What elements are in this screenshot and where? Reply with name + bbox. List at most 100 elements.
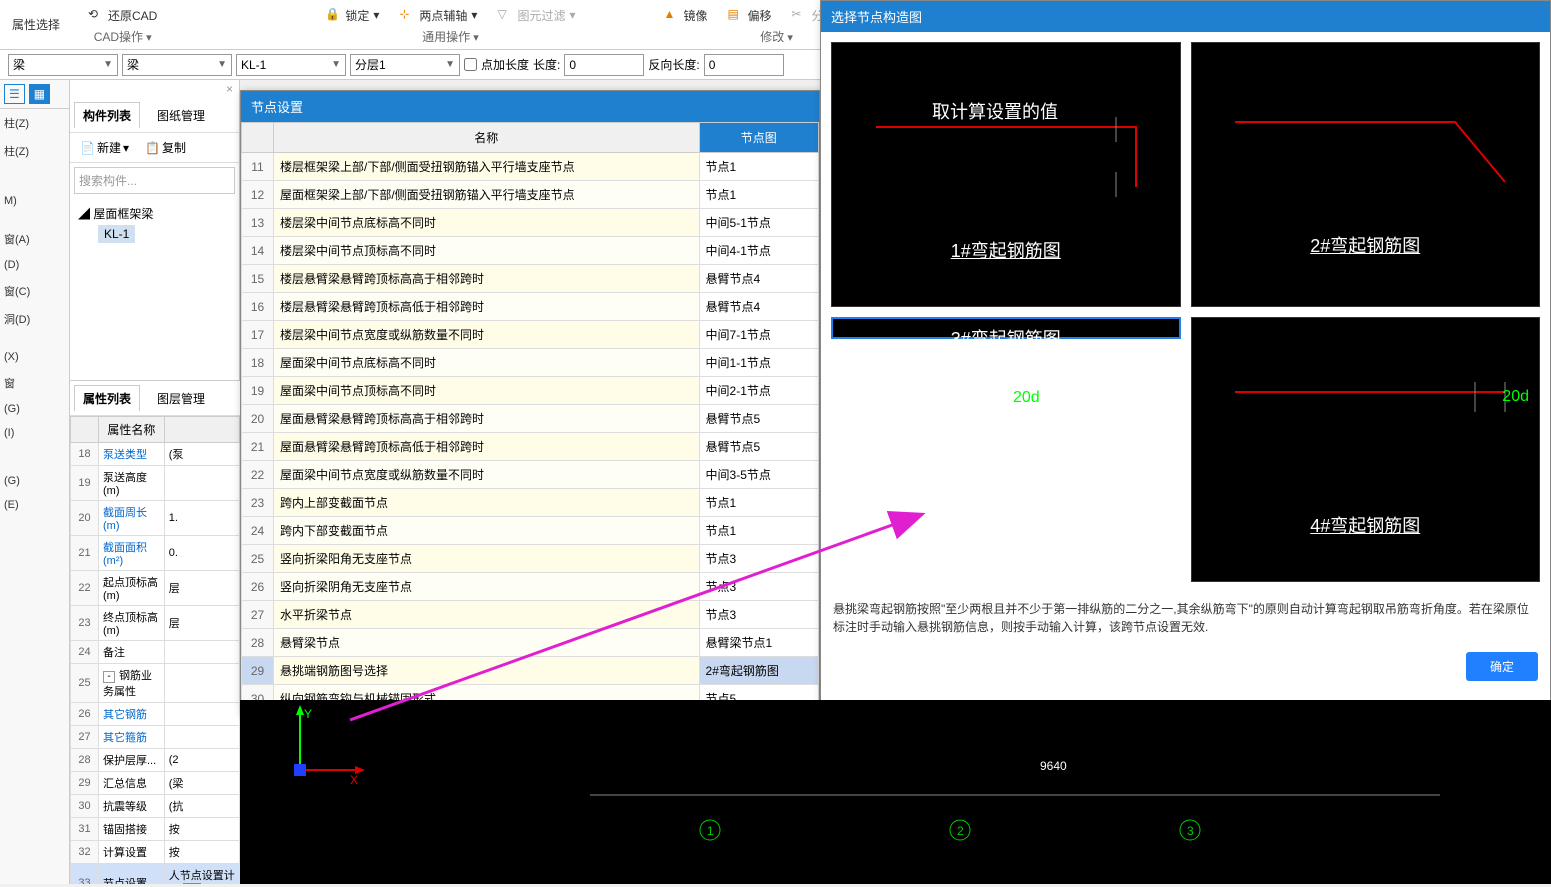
left-catalog-item[interactable]: (G) bbox=[0, 469, 69, 493]
new-icon: 📄 bbox=[80, 141, 95, 155]
left-catalog-item[interactable]: 窗 bbox=[0, 369, 69, 397]
property-row[interactable]: 27其它箍筋 bbox=[71, 726, 240, 749]
node-setting-row[interactable]: 25竖向折梁阳角无支座节点节点3 bbox=[242, 545, 819, 573]
restore-icon: ⟲ bbox=[88, 7, 104, 23]
cad-ops-label[interactable]: CAD操作 ▾ bbox=[94, 28, 152, 45]
diagram-3-text: 20d bbox=[1013, 389, 1040, 407]
drawing-canvas[interactable]: Y X 9640 1 2 3 bbox=[240, 700, 1551, 884]
property-row[interactable]: 30抗震等级(抗 bbox=[71, 795, 240, 818]
split-icon: ✂ bbox=[792, 7, 808, 23]
tab-drawing-mgmt[interactable]: 图纸管理 bbox=[148, 102, 214, 128]
left-catalog-item[interactable]: (D) bbox=[0, 253, 69, 277]
common-ops-label[interactable]: 通用操作 ▾ bbox=[422, 28, 479, 45]
node-setting-row[interactable]: 19屋面梁中间节点顶标高不同时中间2-1节点 bbox=[242, 377, 819, 405]
node-setting-row[interactable]: 13楼层梁中间节点底标高不同时中间5-1节点 bbox=[242, 209, 819, 237]
left-catalog-item[interactable]: 柱(Z) bbox=[0, 109, 69, 137]
mirror-icon: ▲ bbox=[664, 7, 680, 23]
left-catalog-item[interactable]: (E) bbox=[0, 493, 69, 517]
node-setting-row[interactable]: 27水平折梁节点节点3 bbox=[242, 601, 819, 629]
svg-text:3: 3 bbox=[1187, 824, 1194, 838]
left-catalog-item[interactable]: 窗(C) bbox=[0, 277, 69, 305]
left-catalog-item[interactable]: 窗(A) bbox=[0, 225, 69, 253]
node-setting-row[interactable]: 28悬臂梁节点悬臂梁节点1 bbox=[242, 629, 819, 657]
node-setting-row[interactable]: 12屋面框架梁上部/下部/侧面受扭钢筋锚入平行墙支座节点节点1 bbox=[242, 181, 819, 209]
left-catalog-item[interactable]: (X) bbox=[0, 345, 69, 369]
ok-button[interactable]: 确定 bbox=[1466, 652, 1538, 681]
property-row[interactable]: 20截面周长(m)1. bbox=[71, 501, 240, 536]
property-row[interactable]: 33节点设置人节点设置计算 ⋯ bbox=[71, 864, 240, 885]
left-catalog-item[interactable] bbox=[0, 213, 69, 225]
diagram-option-1[interactable]: 取计算设置的值 1#弯起钢筋图 bbox=[831, 42, 1181, 307]
diagram-2-label: 2#弯起钢筋图 bbox=[1310, 232, 1420, 258]
member-select[interactable]: KL-1▼ bbox=[236, 54, 346, 76]
tab-layer-mgmt[interactable]: 图层管理 bbox=[148, 385, 214, 411]
property-row[interactable]: 29汇总信息(梁 bbox=[71, 772, 240, 795]
property-row[interactable]: 24备注 bbox=[71, 641, 240, 664]
node-setting-row[interactable]: 23跨内上部变截面节点节点1 bbox=[242, 489, 819, 517]
add-length-checkbox[interactable] bbox=[464, 58, 477, 71]
diagram-option-4[interactable]: 20d 4#弯起钢筋图 bbox=[1191, 317, 1541, 582]
property-row[interactable]: 32计算设置按 bbox=[71, 841, 240, 864]
node-setting-row[interactable]: 26竖向折梁阴角无支座节点节点3 bbox=[242, 573, 819, 601]
node-setting-row[interactable]: 22屋面梁中间节点宽度或纵筋数量不同时中间3-5节点 bbox=[242, 461, 819, 489]
grid-view-icon[interactable]: ▦ bbox=[29, 84, 50, 104]
diagram-option-3[interactable]: 20d 3#弯起钢筋图 bbox=[831, 317, 1181, 339]
property-row[interactable]: 26其它钢筋 bbox=[71, 703, 240, 726]
left-catalog-item[interactable] bbox=[0, 445, 69, 457]
node-setting-row[interactable]: 18屋面梁中间节点底标高不同时中间1-1节点 bbox=[242, 349, 819, 377]
left-catalog-item[interactable] bbox=[0, 457, 69, 469]
node-setting-row[interactable]: 20屋面悬臂梁悬臂跨顶标高高于相邻跨时悬臂节点5 bbox=[242, 405, 819, 433]
left-catalog: ☰ ▦ 柱(Z)柱(Z)M)窗(A)(D)窗(C)洞(D)(X)窗(G)(I)(… bbox=[0, 80, 70, 884]
property-row[interactable]: 23终点顶标高(m)层 bbox=[71, 606, 240, 641]
node-setting-row[interactable]: 29悬挑端钢筋图号选择2#弯起钢筋图 bbox=[242, 657, 819, 685]
length-input[interactable] bbox=[564, 54, 644, 76]
tab-property-list[interactable]: 属性列表 bbox=[74, 385, 140, 411]
left-catalog-item[interactable] bbox=[0, 333, 69, 345]
diagram-option-2[interactable]: 2#弯起钢筋图 bbox=[1191, 42, 1541, 307]
category-select-1[interactable]: 梁▼ bbox=[8, 54, 118, 76]
node-setting-row[interactable]: 15楼层悬臂梁悬臂跨顶标高高于相邻跨时悬臂节点4 bbox=[242, 265, 819, 293]
category-select-2[interactable]: 梁▼ bbox=[122, 54, 232, 76]
left-catalog-item[interactable]: (G) bbox=[0, 397, 69, 421]
property-row[interactable]: 22起点顶标高(m)层 bbox=[71, 571, 240, 606]
list-view-icon[interactable]: ☰ bbox=[4, 84, 25, 104]
mirror-button[interactable]: ▲镜像 bbox=[660, 5, 712, 26]
left-catalog-item[interactable] bbox=[0, 177, 69, 189]
offset-button[interactable]: ▤偏移 bbox=[724, 5, 776, 26]
prop-select-button[interactable]: 属性选择 bbox=[8, 14, 64, 35]
node-setting-row[interactable]: 24跨内下部变截面节点节点1 bbox=[242, 517, 819, 545]
left-catalog-item[interactable]: M) bbox=[0, 189, 69, 213]
property-row[interactable]: 28保护层厚...(2 bbox=[71, 749, 240, 772]
node-setting-row[interactable]: 14楼层梁中间节点顶标高不同时中间4-1节点 bbox=[242, 237, 819, 265]
copy-button[interactable]: 📋复制 bbox=[139, 137, 192, 158]
chevron-down-icon: ▼ bbox=[103, 59, 113, 70]
tree-root[interactable]: ◢ 屋面框架梁 bbox=[78, 202, 231, 225]
node-setting-row[interactable]: 16楼层悬臂梁悬臂跨顶标高低于相邻跨时悬臂节点4 bbox=[242, 293, 819, 321]
offset-icon: ▤ bbox=[728, 7, 744, 23]
layer-select[interactable]: 分层1▼ bbox=[350, 54, 460, 76]
two-point-button[interactable]: ⊹两点辅轴 ▾ bbox=[395, 5, 481, 26]
property-row[interactable]: 21截面面积(m²)0. bbox=[71, 536, 240, 571]
property-row[interactable]: 18泵送类型(泵 bbox=[71, 443, 240, 466]
restore-cad-button[interactable]: ⟲还原CAD bbox=[84, 5, 161, 26]
property-row[interactable]: 25-钢筋业务属性 bbox=[71, 664, 240, 703]
filter-button[interactable]: ▽图元过滤 ▾ bbox=[493, 5, 579, 26]
node-setting-row[interactable]: 17楼层梁中间节点宽度或纵筋数量不同时中间7-1节点 bbox=[242, 321, 819, 349]
lock-button[interactable]: 🔒锁定 ▾ bbox=[321, 5, 383, 26]
new-button[interactable]: 📄新建 ▾ bbox=[74, 137, 135, 158]
reverse-length-input[interactable] bbox=[704, 54, 784, 76]
left-catalog-item[interactable]: 洞(D) bbox=[0, 305, 69, 333]
left-catalog-item[interactable]: 柱(Z) bbox=[0, 137, 69, 165]
left-catalog-item[interactable] bbox=[0, 165, 69, 177]
close-icon[interactable]: × bbox=[226, 82, 233, 96]
filter-icon: ▽ bbox=[497, 7, 513, 23]
node-setting-row[interactable]: 11楼层框架梁上部/下部/侧面受扭钢筋锚入平行墙支座节点节点1 bbox=[242, 153, 819, 181]
modify-label[interactable]: 修改 ▾ bbox=[760, 28, 793, 45]
property-row[interactable]: 31锚固搭接按 bbox=[71, 818, 240, 841]
tree-item-kl1[interactable]: KL-1 bbox=[98, 225, 135, 243]
tab-component-list[interactable]: 构件列表 bbox=[74, 102, 140, 128]
property-row[interactable]: 19泵送高度(m) bbox=[71, 466, 240, 501]
left-catalog-item[interactable]: (I) bbox=[0, 421, 69, 445]
node-setting-row[interactable]: 21屋面悬臂梁悬臂跨顶标高低于相邻跨时悬臂节点5 bbox=[242, 433, 819, 461]
search-input[interactable]: 搜索构件... bbox=[74, 167, 235, 194]
